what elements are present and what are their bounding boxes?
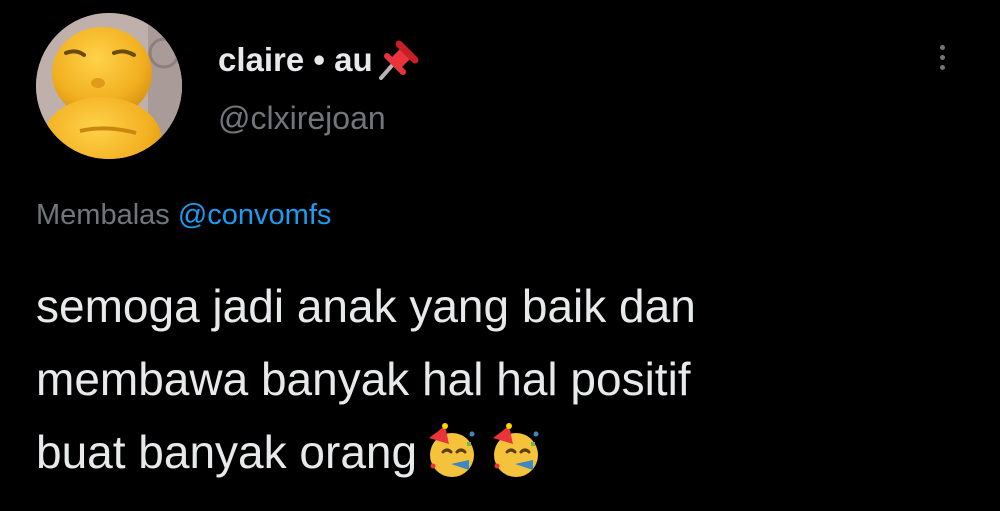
- party-face-emoji-icon: [429, 423, 475, 477]
- vertical-ellipsis-icon: [939, 44, 945, 50]
- display-name[interactable]: claire • au: [218, 38, 419, 82]
- tweet-text-line: buat banyak orang: [36, 416, 956, 489]
- reply-context: Membalas @convomfs: [36, 196, 331, 234]
- vertical-ellipsis-icon: [939, 64, 945, 70]
- tweet-text: semoga jadi anak yang baik dan membawa b…: [36, 270, 956, 489]
- yellow-blob-avatar-icon: [36, 13, 182, 159]
- reply-prefix: Membalas: [36, 199, 170, 231]
- pushpin-icon: [378, 40, 419, 80]
- party-face-emoji-icon: [493, 423, 539, 477]
- display-name-text: claire • au: [218, 41, 373, 78]
- tweet-text-line-content: buat banyak orang: [36, 426, 418, 478]
- tweet: claire • au @clxirejoan Membalas @convom…: [0, 0, 1000, 511]
- more-options-button[interactable]: [925, 35, 959, 79]
- vertical-ellipsis-icon: [939, 54, 945, 60]
- tweet-text-line: membawa banyak hal hal positif: [36, 353, 691, 405]
- user-handle[interactable]: @clxirejoan: [218, 97, 386, 139]
- tweet-text-line: semoga jadi anak yang baik dan: [36, 280, 696, 332]
- reply-mention-link[interactable]: @convomfs: [178, 199, 332, 231]
- avatar[interactable]: [36, 13, 182, 159]
